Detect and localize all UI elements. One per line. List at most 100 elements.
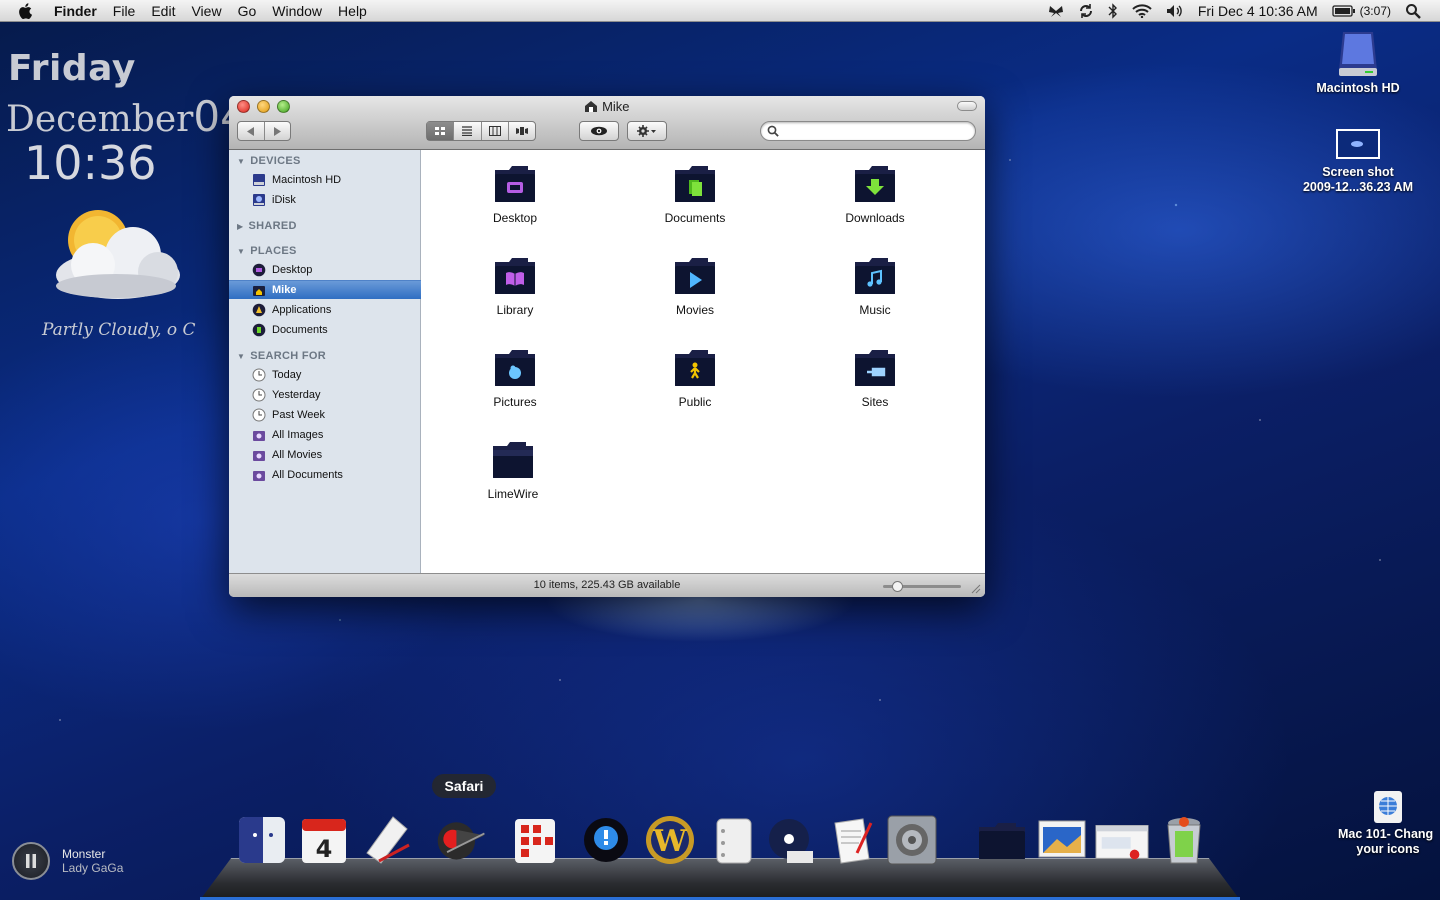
dock-dashboard[interactable]	[508, 812, 564, 868]
desktop-icon-mac101[interactable]: Mac 101- Chang your icons	[1336, 790, 1440, 857]
finder-content: Desktop Documents Downloads Library Movi…	[422, 150, 985, 573]
column-view-button[interactable]	[482, 122, 509, 140]
dock-trash[interactable]	[1156, 812, 1212, 868]
apple-menu-icon[interactable]	[18, 0, 38, 22]
dock-system-preferences[interactable]	[884, 812, 940, 868]
menu-file[interactable]: File	[105, 0, 144, 22]
folder-downloads[interactable]: Downloads	[815, 164, 935, 225]
sidebar-item-documents[interactable]: Documents	[229, 320, 421, 339]
sidebar-item-macintosh-hd[interactable]: Macintosh HD	[229, 170, 421, 189]
svg-text:4: 4	[316, 835, 333, 863]
spotlight-icon[interactable]	[1398, 0, 1428, 22]
sidebar-item-past-week[interactable]: Past Week	[229, 405, 421, 424]
folder-stack-icon	[979, 823, 1025, 859]
dock-ical[interactable]: 4	[296, 812, 352, 868]
pause-button[interactable]	[12, 842, 50, 880]
sidebar-item-all-images[interactable]: All Images	[229, 425, 421, 444]
folder-desktop[interactable]: Desktop	[455, 164, 575, 225]
sidebar-item-all-movies[interactable]: All Movies	[229, 445, 421, 464]
dock-dvd-player[interactable]	[764, 812, 820, 868]
sidebar-item-yesterday[interactable]: Yesterday	[229, 385, 421, 404]
list-view-button[interactable]	[454, 122, 482, 140]
dock-tooltip: Safari	[432, 774, 496, 798]
disc-icon	[769, 819, 813, 863]
menu-view[interactable]: View	[183, 0, 229, 22]
action-menu-button[interactable]	[627, 121, 667, 141]
menu-help[interactable]: Help	[330, 0, 375, 22]
menu-bar: Finder File Edit View Go Window Help Fri…	[0, 0, 1440, 22]
forward-button[interactable]	[265, 122, 291, 140]
sidebar-section-places[interactable]: ▼ PLACES	[237, 245, 297, 257]
dock-ichat[interactable]	[578, 812, 634, 868]
quick-look-button[interactable]	[579, 121, 619, 141]
resize-grip-icon[interactable]	[971, 584, 981, 594]
folder-limewire[interactable]: LimeWire	[453, 440, 573, 501]
desktop-icon-macintosh-hd[interactable]: Macintosh HD	[1306, 28, 1410, 96]
gear-icon	[887, 815, 937, 865]
sidebar-section-search-for[interactable]: ▼ SEARCH FOR	[237, 350, 326, 362]
folder-label: Pictures	[493, 395, 537, 409]
bluetooth-icon[interactable]	[1101, 0, 1125, 22]
sidebar-item-idisk[interactable]: iDisk	[229, 190, 421, 209]
dashboard-icon	[515, 819, 555, 863]
folder-label: Downloads	[845, 211, 905, 225]
volume-icon[interactable]	[1159, 0, 1191, 22]
disclosure-open-icon: ▼	[237, 157, 246, 166]
back-button[interactable]	[238, 122, 265, 140]
dock-application[interactable]	[706, 812, 762, 868]
dock-world-of-warcraft[interactable]: W	[642, 812, 698, 868]
clock-datetime[interactable]: Fri Dec 4 10:36 AM	[1191, 0, 1325, 22]
folder-documents[interactable]: Documents	[635, 164, 755, 225]
dock-textedit[interactable]	[826, 812, 882, 868]
sync-icon[interactable]	[1071, 0, 1101, 22]
dock-finder[interactable]	[234, 812, 290, 868]
back-forward-control	[237, 121, 291, 141]
wifi-icon[interactable]	[1125, 0, 1159, 22]
coverflow-view-button[interactable]	[509, 122, 535, 140]
sidebar-item-all-documents[interactable]: All Documents	[229, 465, 421, 484]
folder-music[interactable]: Music	[815, 256, 935, 317]
dock-downloads-stack[interactable]	[1094, 812, 1150, 868]
safari-icon	[437, 822, 485, 860]
widget-month: December	[6, 99, 194, 140]
sites-folder-icon	[855, 350, 895, 386]
icon-size-slider[interactable]	[883, 581, 961, 592]
sidebar-item-desktop[interactable]: Desktop	[229, 260, 421, 279]
sidebar-header-label: SHARED	[248, 220, 297, 232]
dock-mail[interactable]	[358, 812, 414, 868]
menu-go[interactable]: Go	[230, 0, 265, 22]
desktop-icon-screenshot[interactable]: Screen shot 2009-12...36.23 AM	[1288, 128, 1428, 195]
dock-documents-stack[interactable]	[1034, 812, 1090, 868]
search-input[interactable]	[783, 124, 969, 138]
folder-movies[interactable]: Movies	[635, 256, 755, 317]
webloc-globe-icon	[1374, 791, 1402, 823]
icon-view-button[interactable]	[427, 122, 455, 140]
generic-folder-icon	[493, 442, 533, 478]
document-pen-icon	[834, 818, 873, 864]
sidebar-section-shared[interactable]: ▶ SHARED	[237, 220, 297, 232]
sidebar-item-applications[interactable]: Applications	[229, 300, 421, 319]
butterfly-icon[interactable]	[1041, 0, 1071, 22]
folder-library[interactable]: Library	[455, 256, 575, 317]
menu-window[interactable]: Window	[264, 0, 330, 22]
folder-sites[interactable]: Sites	[815, 348, 935, 409]
folder-public[interactable]: Public	[635, 348, 755, 409]
sidebar-section-devices[interactable]: ▼ DEVICES	[237, 155, 301, 167]
chat-bubble-icon	[584, 818, 628, 862]
dock-safari[interactable]	[434, 812, 490, 868]
folder-pictures[interactable]: Pictures	[455, 348, 575, 409]
back-arrow-icon	[246, 126, 254, 136]
dock-applications-stack[interactable]	[974, 812, 1030, 868]
search-field[interactable]	[760, 121, 976, 141]
slider-knob[interactable]	[891, 581, 903, 592]
folder-label: Music	[859, 303, 891, 317]
menu-finder[interactable]: Finder	[52, 0, 105, 22]
toolbar-toggle-button[interactable]	[957, 101, 977, 111]
sidebar-item-today[interactable]: Today	[229, 365, 421, 384]
calendar-icon: 4	[302, 819, 346, 863]
battery-status[interactable]: (3:07)	[1325, 0, 1398, 22]
menu-edit[interactable]: Edit	[143, 0, 183, 22]
sidebar-item-mike[interactable]: Mike	[229, 280, 421, 299]
status-text: 10 items, 225.43 GB available	[533, 579, 681, 591]
sidebar-item-label: Documents	[272, 323, 328, 336]
